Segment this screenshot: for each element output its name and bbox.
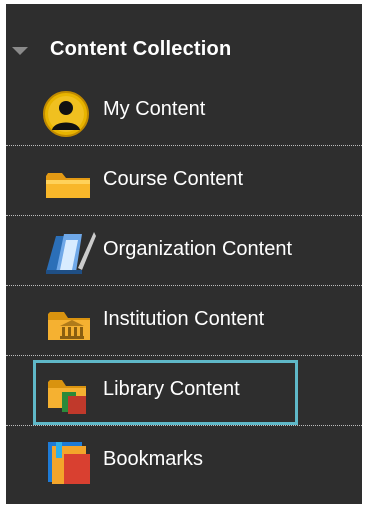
user-avatar-icon — [43, 91, 89, 137]
content-collection-title: Content Collection — [50, 38, 232, 60]
content-collection-list: My Content Course Content Organization C… — [6, 76, 362, 496]
library-folder-icon — [48, 380, 86, 414]
nav-item-bookmarks[interactable]: Bookmarks — [6, 426, 362, 496]
nav-item-institution-content[interactable]: Institution Content — [6, 286, 362, 356]
nav-item-label: Bookmarks — [103, 448, 204, 470]
nav-item-my-content[interactable]: My Content — [6, 76, 362, 146]
institution-folder-icon — [48, 312, 90, 340]
nav-item-label: My Content — [103, 98, 206, 120]
nav-item-course-content[interactable]: Course Content — [6, 146, 362, 216]
nav-item-label: Course Content — [103, 168, 244, 190]
nav-item-library-content[interactable]: Library Content — [6, 356, 362, 426]
content-collection-header[interactable]: Content Collection — [6, 32, 362, 68]
caret-down-icon[interactable] — [12, 47, 28, 55]
nav-item-label: Library Content — [103, 378, 240, 400]
nav-item-label: Institution Content — [103, 308, 265, 330]
nav-item-label: Organization Content — [103, 238, 293, 260]
content-collection-panel: Content Collection My Content Course Con… — [6, 4, 362, 504]
organization-books-icon — [46, 232, 96, 274]
nav-item-organization-content[interactable]: Organization Content — [6, 216, 362, 286]
folder-icon — [46, 173, 90, 198]
bookmarks-icon — [48, 442, 90, 484]
